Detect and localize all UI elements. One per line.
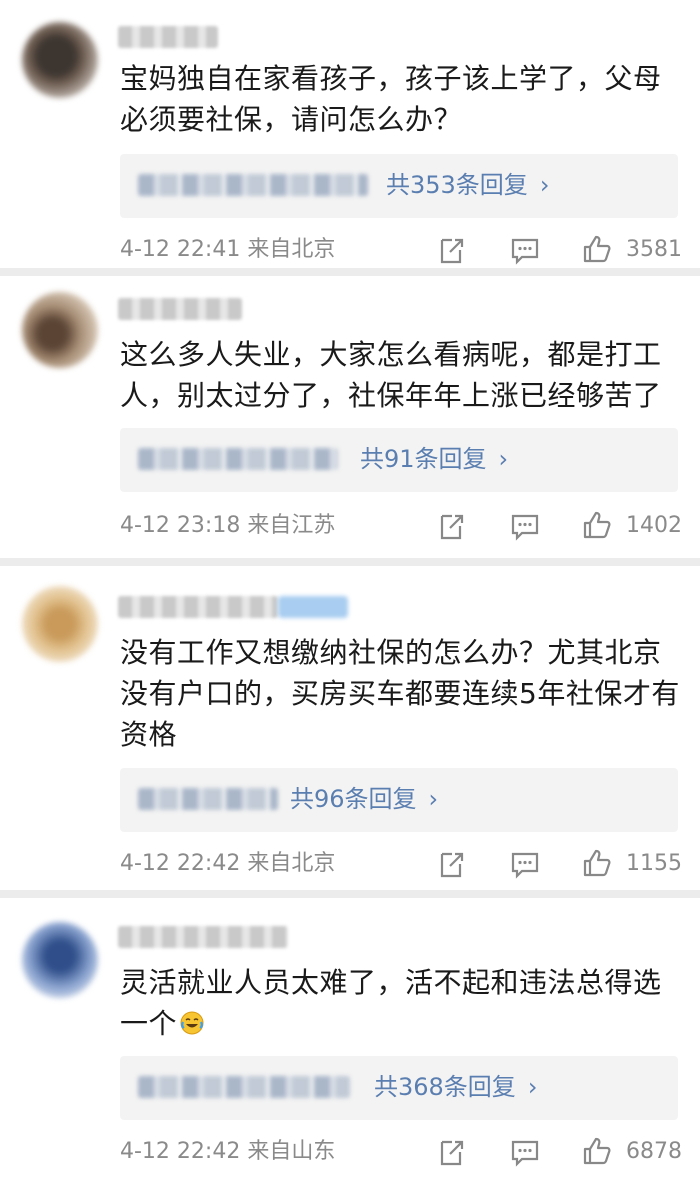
comment-icon[interactable] (510, 1138, 540, 1168)
thumbs-up-icon[interactable] (582, 848, 612, 878)
reply-count-link[interactable]: 共368条回复 › (374, 1072, 537, 1102)
reply-preview[interactable]: 共96条回复 › (120, 768, 678, 832)
comment-text: 灵活就业人员太难了，活不起和违法总得选一个 (120, 962, 680, 1044)
comment-icon[interactable] (510, 850, 540, 880)
comment-time: 4-12 22:42 (120, 1139, 241, 1164)
comment-icon[interactable] (510, 512, 540, 542)
username-blurred[interactable] (118, 926, 288, 948)
comment-meta: 4-12 22:42 来自山东 (120, 1138, 335, 1166)
reply-preview[interactable]: 共353条回复 › (120, 154, 678, 218)
thumbs-up-icon[interactable] (582, 1136, 612, 1166)
like-count: 1402 (626, 513, 682, 538)
comment-location: 来自江苏 (247, 513, 336, 538)
chevron-right-icon: › (498, 445, 509, 473)
reply-preview[interactable]: 共368条回复 › (120, 1056, 678, 1120)
share-icon[interactable] (436, 1138, 466, 1168)
username-blurred[interactable] (118, 26, 218, 48)
like-count: 3581 (626, 237, 682, 262)
reply-count-label: 共91条回复 (360, 445, 487, 473)
reply-count-label: 共368条回复 (374, 1073, 516, 1101)
comment-feed: 宝妈独自在家看孩子，孩子该上学了，父母必须要社保，请问怎么办？ 共353条回复 ›… (0, 0, 700, 1182)
reply-count-label: 共96条回复 (290, 785, 417, 813)
comment-card: 灵活就业人员太难了，活不起和违法总得选一个 共368条回复 › 4-12 22:4… (0, 898, 700, 1182)
chevron-right-icon: › (539, 171, 550, 199)
chevron-right-icon: › (527, 1073, 538, 1101)
comment-card: 这么多人失业，大家怎么看病呢，都是打工人，别太过分了，社保年年上涨已经够苦了 共… (0, 276, 700, 558)
reply-preview-blurred (138, 174, 368, 196)
avatar[interactable] (22, 586, 98, 662)
reply-preview-blurred (138, 1076, 350, 1098)
comment-location: 来自北京 (247, 237, 336, 262)
share-icon[interactable] (436, 236, 466, 266)
laugh-cry-emoji (180, 1011, 204, 1035)
share-icon[interactable] (436, 850, 466, 880)
separator (0, 268, 700, 276)
reply-count-label: 共353条回复 (386, 171, 528, 199)
reply-preview-blurred (138, 788, 278, 810)
comment-time: 4-12 23:18 (120, 513, 241, 538)
share-icon[interactable] (436, 512, 466, 542)
comment-time: 4-12 22:42 (120, 851, 241, 876)
like-count: 6878 (626, 1139, 682, 1164)
comment-meta: 4-12 22:41 来自北京 (120, 236, 335, 264)
reply-count-link[interactable]: 共353条回复 › (386, 170, 549, 200)
separator (0, 890, 700, 898)
comment-location: 来自北京 (247, 851, 336, 876)
comment-meta: 4-12 22:42 来自北京 (120, 850, 335, 878)
separator (0, 558, 700, 566)
like-count: 1155 (626, 851, 682, 876)
avatar[interactable] (22, 22, 98, 98)
comment-text: 没有工作又想缴纳社保的怎么办？尤其北京没有户口的，买房买车都要连续5年社保才有资… (120, 636, 680, 751)
comment-meta: 4-12 23:18 来自江苏 (120, 512, 335, 540)
comment-time: 4-12 22:41 (120, 237, 241, 262)
thumbs-up-icon[interactable] (582, 510, 612, 540)
reply-preview-blurred (138, 448, 338, 470)
comment-location: 来自山东 (247, 1139, 336, 1164)
user-badge-blurred (278, 596, 348, 618)
comment-text: 宝妈独自在家看孩子，孩子该上学了，父母必须要社保，请问怎么办？ (120, 62, 662, 136)
comment-card: 没有工作又想缴纳社保的怎么办？尤其北京没有户口的，买房买车都要连续5年社保才有资… (0, 566, 700, 890)
avatar[interactable] (22, 292, 98, 368)
reply-count-link[interactable]: 共96条回复 › (290, 784, 438, 814)
reply-count-link[interactable]: 共91条回复 › (360, 444, 508, 474)
username-blurred[interactable] (118, 596, 278, 618)
thumbs-up-icon[interactable] (582, 234, 612, 264)
comment-text: 这么多人失业，大家怎么看病呢，都是打工人，别太过分了，社保年年上涨已经够苦了 (120, 338, 662, 412)
comment-card: 宝妈独自在家看孩子，孩子该上学了，父母必须要社保，请问怎么办？ 共353条回复 ›… (0, 0, 700, 268)
avatar[interactable] (22, 922, 98, 998)
username-blurred[interactable] (118, 298, 242, 320)
chevron-right-icon: › (428, 785, 439, 813)
comment-icon[interactable] (510, 236, 540, 266)
reply-preview[interactable]: 共91条回复 › (120, 428, 678, 492)
